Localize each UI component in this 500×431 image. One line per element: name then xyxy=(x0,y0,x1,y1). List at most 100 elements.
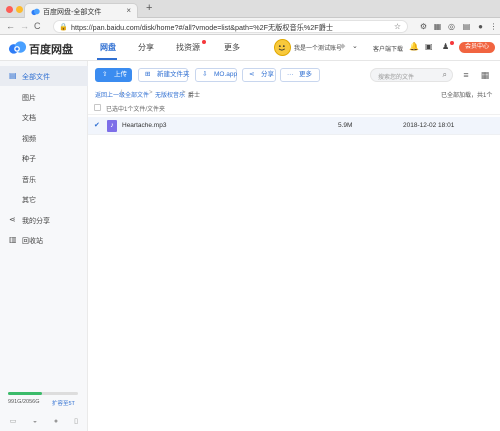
grid-view-icon[interactable]: ▦ xyxy=(480,70,490,80)
sort-list-icon[interactable]: ≡ xyxy=(461,70,471,80)
folder-plus-icon: ⊞ xyxy=(145,71,151,78)
nav-item-more[interactable]: 更多 xyxy=(224,42,240,53)
file-stack-icon: ▤ xyxy=(9,71,17,80)
minimize-window-button[interactable] xyxy=(16,6,23,13)
browser-tab-bar: 百度网盘-全部文件 × + xyxy=(0,0,500,18)
more-button[interactable]: ··· 更多 xyxy=(280,68,320,82)
download-icon: ⇩ xyxy=(202,71,208,78)
address-toolbar: ← → C 🔒 https://pan.baidu.com/disk/home?… xyxy=(0,18,500,35)
search-box[interactable]: 搜索您的文件 ⌕ xyxy=(370,68,453,82)
sidebar-item-images[interactable]: 图片 xyxy=(0,87,88,107)
avatar[interactable] xyxy=(274,39,291,56)
table-row[interactable]: ✔ ♪ Heartache.mp3 5.9M 2018-12-02 18:01 xyxy=(88,117,500,135)
sidebar-item-other[interactable]: 其它 xyxy=(0,189,88,209)
sidebar-item-label: 全部文件 xyxy=(22,74,50,81)
sidebar-item-videos[interactable]: 视频 xyxy=(0,128,88,148)
apple-icon[interactable]: ● xyxy=(52,418,60,426)
bell-icon[interactable]: 🔔 xyxy=(409,42,419,51)
file-size: 5.9M xyxy=(338,122,353,129)
breadcrumb-jazz: 爵士 xyxy=(188,93,201,99)
search-input[interactable]: 搜索您的文件 xyxy=(378,72,414,81)
nav-item-resources[interactable]: 找资源 xyxy=(176,42,200,53)
back-arrow-icon[interactable]: ← xyxy=(6,21,15,31)
upload-arrow-icon: ⇧ xyxy=(102,71,108,78)
smiley-avatar-icon xyxy=(278,45,286,51)
vip-center-button[interactable]: 会员中心 xyxy=(459,42,495,53)
sidebar-item-label: 文档 xyxy=(22,115,36,122)
sidebar-item-music[interactable]: 音乐 xyxy=(0,169,88,189)
sidebar-item-label: 种子 xyxy=(22,156,36,163)
tab-title: 百度网盘-全部文件 xyxy=(43,9,102,16)
nav-item-share[interactable]: 分享 xyxy=(138,42,154,53)
close-window-button[interactable] xyxy=(6,6,13,13)
extension-icon[interactable]: ◎ xyxy=(447,22,456,31)
expand-storage-link[interactable]: 扩容至5T xyxy=(52,399,75,407)
load-status: 已全部加载，共1个 xyxy=(441,93,493,99)
mo-app-button[interactable]: ⇩ MO.app xyxy=(195,68,237,82)
breadcrumb-separator: > xyxy=(149,90,153,96)
share-button-label: 分享 xyxy=(261,71,274,78)
tablet-icon[interactable]: ▯ xyxy=(72,418,80,426)
storage-quota-fill xyxy=(8,392,42,395)
tab-close-icon[interactable]: × xyxy=(126,6,131,15)
clipboard-icon[interactable]: ▣ xyxy=(425,42,433,51)
breadcrumb-separator: > xyxy=(182,90,186,96)
url-text[interactable]: https://pan.baidu.com/disk/home?#/all?vm… xyxy=(71,23,333,33)
mo-app-button-label: MO.app xyxy=(214,71,238,78)
file-date: 2018-12-02 18:01 xyxy=(403,122,455,129)
client-download-link[interactable]: 客户端下载 xyxy=(373,44,403,53)
select-all-checkbox[interactable] xyxy=(94,104,101,111)
sidebar-item-torrents[interactable]: 种子 xyxy=(0,148,88,168)
baidu-cloud-logo-icon xyxy=(8,41,27,54)
checkmark-icon[interactable]: ✔ xyxy=(94,121,100,129)
file-name[interactable]: Heartache.mp3 xyxy=(122,122,166,129)
share-button[interactable]: ⋖ 分享 xyxy=(242,68,276,82)
address-bar[interactable]: 🔒 https://pan.baidu.com/disk/home?#/all?… xyxy=(53,20,408,33)
notification-dot xyxy=(202,40,206,44)
sidebar-item-all-files[interactable]: ▤ 全部文件 xyxy=(0,66,88,86)
username[interactable]: 我是一个测试账号 xyxy=(294,43,342,52)
reload-icon[interactable]: C xyxy=(34,21,41,31)
sidebar-item-my-shares[interactable]: ⋖ 我的分享 xyxy=(0,210,88,230)
extension-icon[interactable]: ⚙ xyxy=(419,22,428,31)
upload-button[interactable]: ⇧ 上传 xyxy=(95,68,132,82)
new-tab-button[interactable]: + xyxy=(146,2,152,14)
share-nodes-icon: ⋖ xyxy=(9,215,16,224)
bookmark-star-icon[interactable]: ☆ xyxy=(394,22,401,31)
share-icon: ⋖ xyxy=(249,71,255,78)
sidebar-item-label: 视频 xyxy=(22,136,36,143)
file-list-header: 已选中1个文件/文件夹 xyxy=(88,100,500,115)
chevron-down-icon[interactable]: ⌄ xyxy=(352,42,358,50)
breadcrumb-royalty-free-music[interactable]: 无版权音乐 xyxy=(155,90,185,99)
baidu-cloud-favicon-icon xyxy=(31,8,40,16)
extension-icon[interactable]: ▤ xyxy=(462,22,471,31)
sidebar-item-label: 其它 xyxy=(22,197,36,204)
forward-arrow-icon[interactable]: → xyxy=(20,21,29,31)
notification-dot xyxy=(450,41,454,45)
lock-icon: 🔒 xyxy=(59,24,68,31)
sidebar-item-label: 回收站 xyxy=(22,238,43,245)
android-icon[interactable]: ◒ xyxy=(31,418,39,426)
sidebar-item-label: 音乐 xyxy=(22,177,36,184)
music-file-icon: ♪ xyxy=(107,120,117,132)
desktop-app-icon[interactable]: ▭ xyxy=(9,418,17,426)
sidebar-item-label: 我的分享 xyxy=(22,218,50,225)
search-icon[interactable]: ⌕ xyxy=(443,70,447,80)
extension-icon[interactable]: ▦ xyxy=(433,22,442,31)
shirt-icon[interactable]: ♟ xyxy=(442,42,449,51)
breadcrumb-all-files[interactable]: 全部文件 xyxy=(125,90,149,99)
selection-count: 已选中1个文件/文件夹 xyxy=(106,107,166,113)
profile-icon[interactable]: ● xyxy=(476,22,485,31)
browser-menu-icon[interactable]: ⋮ xyxy=(489,22,498,31)
vip-diamond-icon[interactable]: ◆ xyxy=(340,42,345,50)
new-folder-button[interactable]: ⊞ 新建文件夹 xyxy=(138,68,190,82)
browser-tab[interactable]: 百度网盘-全部文件 × xyxy=(24,3,138,18)
upload-button-label: 上传 xyxy=(114,71,127,78)
active-nav-underline xyxy=(97,58,117,60)
nav-item-netdisk[interactable]: 网盘 xyxy=(100,42,116,53)
sidebar-item-docs[interactable]: 文档 xyxy=(0,107,88,127)
sidebar-item-recycle-bin[interactable]: ▥ 回收站 xyxy=(0,230,88,250)
storage-quota-text: 991G/2056G xyxy=(8,399,40,405)
app-logo-text: 百度网盘 xyxy=(29,44,73,56)
ellipsis-icon: ··· xyxy=(287,71,294,78)
